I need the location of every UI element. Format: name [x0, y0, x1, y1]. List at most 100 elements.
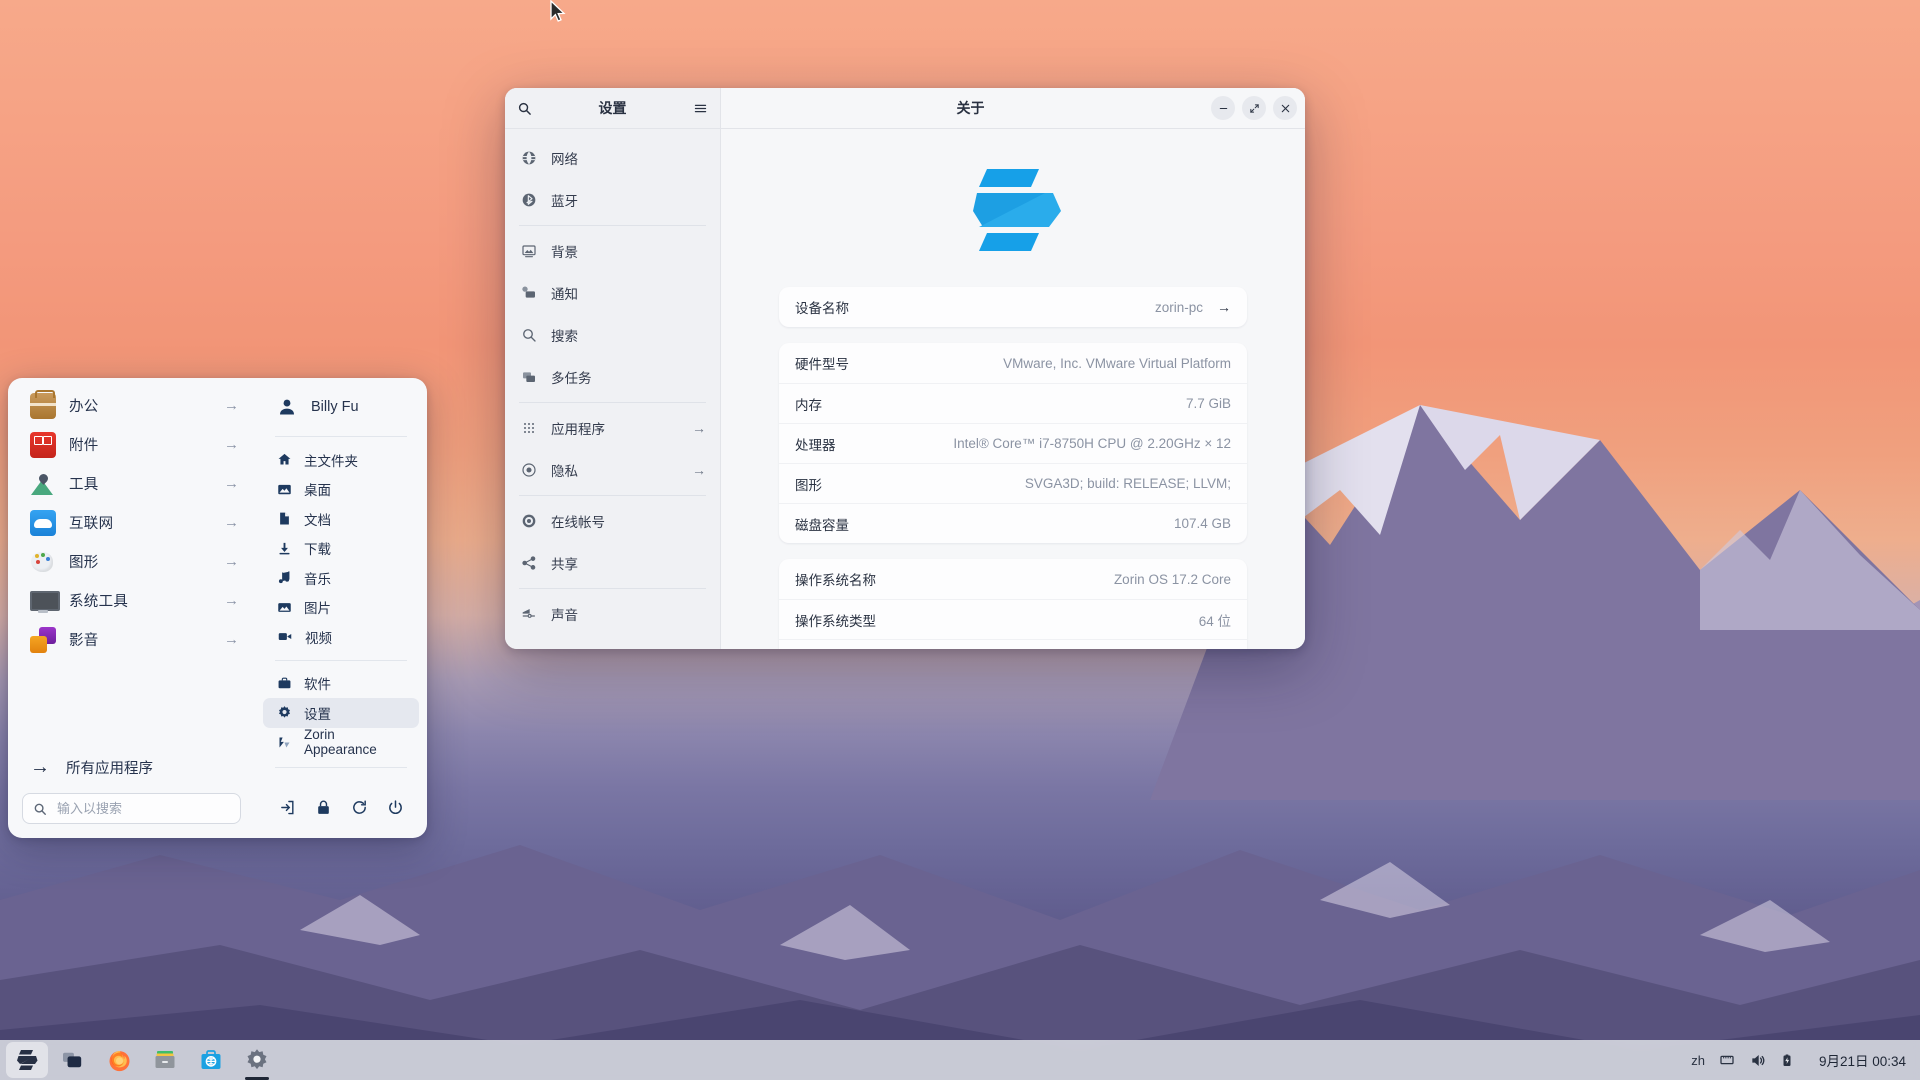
- menu-category-office[interactable]: 办公 →: [16, 386, 247, 425]
- device-name-row[interactable]: 设备名称 zorin-pc →: [779, 287, 1247, 327]
- sidebar-item-bluetooth[interactable]: 蓝牙: [505, 179, 720, 221]
- software-button[interactable]: [190, 1042, 232, 1078]
- os-card: 操作系统名称 Zorin OS 17.2 Core 操作系统类型 64 位 窗口…: [779, 559, 1247, 649]
- menu-category-media[interactable]: 影音 →: [16, 620, 247, 659]
- sidebar-item-sharing[interactable]: 共享: [505, 542, 720, 584]
- menu-search-input[interactable]: [57, 801, 230, 816]
- briefcase-icon: [30, 389, 56, 419]
- place-item-documents[interactable]: 文档: [263, 504, 419, 534]
- shortcut-item-settings[interactable]: 设置: [263, 698, 419, 728]
- sidebar-item-network[interactable]: 网络: [505, 137, 720, 179]
- menu-search-wrap: [8, 793, 255, 838]
- software-icon: [277, 676, 292, 691]
- close-button[interactable]: [1273, 96, 1297, 120]
- place-item-pictures[interactable]: 图片: [263, 593, 419, 623]
- sidebar-item-label: 在线帐号: [551, 515, 605, 530]
- sidebar-divider: [519, 495, 706, 496]
- taskbar-indicators: zh 9月21日 00:34: [1691, 1050, 1920, 1070]
- sidebar-item-label: 蓝牙: [551, 194, 578, 209]
- lock-icon[interactable]: [308, 792, 338, 822]
- sidebar-item-label: 应用程序: [551, 422, 605, 437]
- settings-window[interactable]: 设置 关于 网络 蓝牙 背景 通知 搜索 多任务 应用程序 → 隐私 → 在线帐…: [505, 88, 1305, 649]
- minimize-button[interactable]: [1211, 96, 1235, 120]
- sidebar-item-power[interactable]: 电源: [505, 635, 720, 649]
- search-icon[interactable]: [517, 101, 532, 116]
- shortcut-item-zorin-appearance[interactable]: Zorin Appearance: [263, 727, 419, 758]
- info-value: VMware, Inc. VMware Virtual Platform: [1003, 355, 1231, 371]
- place-item-home[interactable]: 主文件夹: [263, 445, 419, 475]
- settings-button[interactable]: [236, 1042, 278, 1080]
- settings-sidebar[interactable]: 网络 蓝牙 背景 通知 搜索 多任务 应用程序 → 隐私 → 在线帐号 共享 声…: [505, 129, 721, 649]
- firefox-icon: [107, 1048, 132, 1073]
- settings-body: 网络 蓝牙 背景 通知 搜索 多任务 应用程序 → 隐私 → 在线帐号 共享 声…: [505, 129, 1305, 649]
- user-account-row[interactable]: Billy Fu: [263, 386, 419, 428]
- info-key: 硬件型号: [795, 357, 849, 372]
- menu-category-graphics[interactable]: 图形 →: [16, 542, 247, 581]
- sidebar-item-online-accounts[interactable]: 在线帐号: [505, 500, 720, 542]
- power-icon[interactable]: [380, 792, 410, 822]
- about-panel: 设备名称 zorin-pc → 硬件型号 VMware, Inc. VMware…: [721, 129, 1305, 649]
- menu-category-accessories[interactable]: 附件 →: [16, 425, 247, 464]
- info-key: 设备名称: [795, 301, 849, 316]
- table-row: 硬件型号 VMware, Inc. VMware Virtual Platfor…: [779, 343, 1247, 383]
- place-label: 桌面: [304, 483, 331, 499]
- search-icon: [521, 327, 537, 343]
- taskbar[interactable]: zh 9月21日 00:34: [0, 1040, 1920, 1080]
- zorin-menu-button[interactable]: [6, 1042, 48, 1078]
- menu-category-tools[interactable]: 工具 →: [16, 464, 247, 503]
- network-icon[interactable]: [1718, 1052, 1736, 1068]
- user-name: Billy Fu: [311, 399, 359, 415]
- files-icon: [153, 1049, 177, 1071]
- avatar-icon: [277, 397, 297, 417]
- chevron-right-icon: →: [224, 397, 239, 414]
- apps-grid-icon: [521, 420, 537, 436]
- table-row: 操作系统名称 Zorin OS 17.2 Core: [779, 559, 1247, 599]
- menu-category-label: 附件: [69, 438, 99, 454]
- files-button[interactable]: [144, 1042, 186, 1078]
- sidebar-item-multitasking[interactable]: 多任务: [505, 356, 720, 398]
- shortcut-label: Zorin Appearance: [304, 727, 377, 758]
- place-label: 下载: [304, 542, 331, 558]
- maximize-button[interactable]: [1242, 96, 1266, 120]
- sidebar-item-background[interactable]: 背景: [505, 230, 720, 272]
- place-item-videos[interactable]: 视频: [263, 622, 419, 652]
- share-icon: [521, 555, 537, 571]
- place-item-downloads[interactable]: 下载: [263, 534, 419, 564]
- menu-search-box[interactable]: [22, 793, 241, 824]
- sidebar-item-sound[interactable]: 声音: [505, 593, 720, 635]
- info-key: 处理器: [795, 437, 836, 453]
- hamburger-icon[interactable]: [693, 101, 708, 116]
- menu-category-system[interactable]: 系统工具 →: [16, 581, 247, 620]
- sidebar-item-applications[interactable]: 应用程序 →: [505, 407, 720, 449]
- place-item-desktop[interactable]: 桌面: [263, 475, 419, 505]
- sidebar-item-notifications[interactable]: 通知: [505, 272, 720, 314]
- multitask-icon: [521, 369, 537, 385]
- sidebar-item-search[interactable]: 搜索: [505, 314, 720, 356]
- sidebar-item-label: 背景: [551, 245, 578, 260]
- menu-divider-1: [275, 436, 407, 437]
- firefox-button[interactable]: [98, 1042, 140, 1078]
- table-row: 处理器 Intel® Core™ i7-8750H CPU @ 2.20GHz …: [779, 423, 1247, 463]
- info-value: 7.7 GiB: [1185, 396, 1231, 411]
- volume-icon[interactable]: [1749, 1052, 1767, 1069]
- music-icon: [277, 570, 292, 585]
- application-menu[interactable]: 办公 → 附件 → 工具 → 互联网 → 图形 → 系统工具 → 影音 → → …: [8, 378, 427, 838]
- restart-icon[interactable]: [344, 792, 374, 822]
- sidebar-item-privacy[interactable]: 隐私 →: [505, 449, 720, 491]
- power-icon: [521, 648, 537, 649]
- chevron-right-icon: →: [692, 420, 706, 436]
- sidebar-divider: [519, 588, 706, 589]
- settings-sidebar-title: 设置: [598, 100, 627, 116]
- logout-icon[interactable]: [272, 792, 302, 822]
- place-item-music[interactable]: 音乐: [263, 563, 419, 593]
- info-value: Intel® Core™ i7-8750H CPU @ 2.20GHz × 12: [953, 436, 1231, 451]
- battery-icon[interactable]: [1780, 1052, 1794, 1069]
- all-applications-button[interactable]: → 所有应用程序: [16, 747, 247, 787]
- all-applications-label: 所有应用程序: [66, 760, 153, 777]
- menu-category-label: 图形: [69, 555, 99, 571]
- keyboard-layout-indicator[interactable]: zh: [1691, 1053, 1705, 1068]
- taskbar-clock[interactable]: 9月21日 00:34: [1819, 1050, 1906, 1070]
- shortcut-item-software[interactable]: 软件: [263, 669, 419, 699]
- workspaces-button[interactable]: [52, 1042, 94, 1078]
- menu-category-internet[interactable]: 互联网 →: [16, 503, 247, 542]
